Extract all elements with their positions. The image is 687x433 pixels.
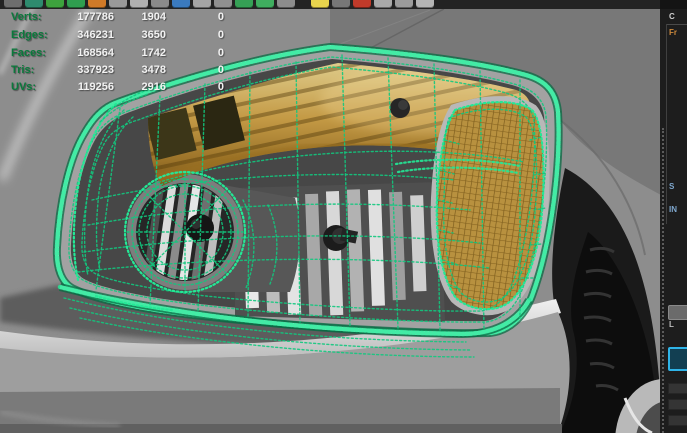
wrench-icon[interactable] [416, 0, 434, 8]
hud-label: Faces: [11, 47, 46, 59]
panel-field[interactable] [668, 399, 687, 410]
inputs-section-header[interactable]: IN [669, 205, 677, 214]
teal-tool-icon[interactable] [25, 0, 43, 8]
hud-value: 0 [180, 64, 224, 76]
channel-box-panel: C Fr S IN L [660, 9, 687, 433]
hud-label: Tris: [11, 64, 34, 76]
panel-button[interactable] [668, 305, 687, 320]
pencil-curve-icon[interactable] [88, 0, 106, 8]
hud-label: Verts: [11, 11, 42, 23]
hud-value: 337923 [58, 64, 114, 76]
hud-value: 0 [180, 47, 224, 59]
hud-value: 1742 [122, 47, 166, 59]
hud-value: 168564 [58, 47, 114, 59]
panel-resize-handle[interactable] [662, 128, 664, 433]
hud-value: 3650 [122, 29, 166, 41]
channel-box-attribute[interactable]: Fr [669, 28, 677, 37]
poly-cube-icon[interactable] [46, 0, 64, 8]
hud-label: Edges: [11, 29, 48, 41]
small-marker-icon[interactable] [332, 0, 350, 8]
ring-tool-icon[interactable] [374, 0, 392, 8]
hud-label: UVs: [11, 81, 36, 93]
hud-value: 1904 [122, 11, 166, 23]
panel-active-button[interactable] [668, 347, 687, 371]
panel-field[interactable] [668, 415, 687, 426]
red-pen-icon[interactable] [353, 0, 371, 8]
grid-tool-icon[interactable] [151, 0, 169, 8]
arch-tool-icon[interactable] [214, 0, 232, 8]
hud-value: 0 [180, 29, 224, 41]
hud-value: 0 [180, 11, 224, 23]
green-mirror-icon[interactable] [256, 0, 274, 8]
gray-snap-icon[interactable] [277, 0, 295, 8]
envelope-icon[interactable] [130, 0, 148, 8]
hud-value: 346231 [58, 29, 114, 41]
panel-corner [660, 0, 687, 9]
gray-tool-icon[interactable] [109, 0, 127, 8]
gray-sphere-icon[interactable] [193, 0, 211, 8]
curve-tool-icon[interactable] [4, 0, 22, 8]
green-duplicate-icon[interactable] [235, 0, 253, 8]
blue-sphere-icon[interactable] [172, 0, 190, 8]
hud-value: 0 [180, 81, 224, 93]
channel-box-object-name[interactable]: C [669, 12, 675, 21]
panel-field[interactable] [668, 383, 687, 394]
shapes-section-header[interactable]: S [669, 182, 674, 191]
hud-value: 119256 [58, 81, 114, 93]
panel-label: L [669, 320, 674, 329]
hud-value: 177786 [58, 11, 114, 23]
copy-tool-icon[interactable] [395, 0, 413, 8]
hud-value: 2916 [122, 81, 166, 93]
shelf-toolbar [0, 0, 687, 9]
hud-value: 3478 [122, 64, 166, 76]
application-window: Verts: 177786 1904 0 Edges: 346231 3650 … [0, 0, 687, 433]
poly-diamond-icon[interactable] [67, 0, 85, 8]
yellow-sphere-icon[interactable] [311, 0, 329, 8]
